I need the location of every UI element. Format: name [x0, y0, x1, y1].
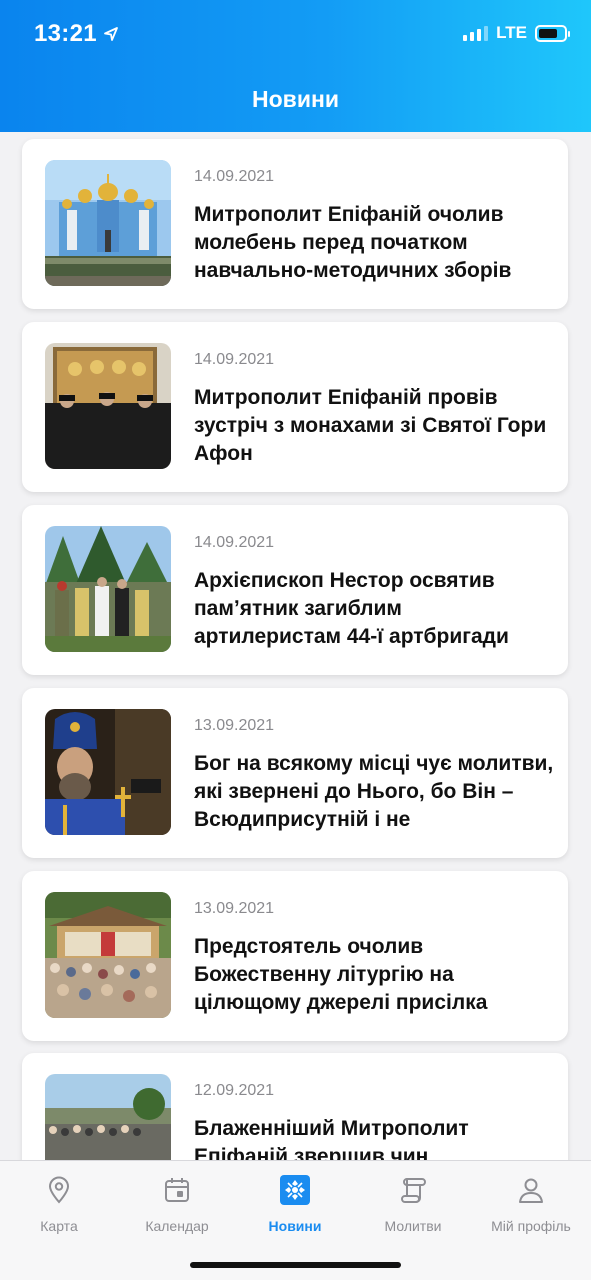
status-time: 13:21: [34, 20, 119, 48]
location-arrow-icon: [103, 27, 118, 41]
metropolitan-photo: [45, 709, 171, 835]
news-thumbnail: [45, 343, 171, 469]
news-title: Блаженніший Митрополит Епіфаній звершив …: [194, 1117, 469, 1160]
tab-calendar[interactable]: Календар: [118, 1173, 236, 1245]
map-pin-icon: [42, 1173, 76, 1207]
status-time-text: 13:21: [34, 20, 97, 47]
tab-profile[interactable]: Мій профіль: [472, 1173, 590, 1245]
news-card[interactable]: 13.09.2021 Бог на всякому місці чує моли…: [22, 688, 568, 858]
news-thumbnail: [45, 160, 171, 286]
news-date: 13.09.2021: [194, 717, 275, 734]
news-title: Предстоятель очолив Божественну літургію…: [194, 935, 488, 1014]
memorial-photo: [45, 526, 171, 652]
status-bar: 13:21 LTE: [0, 0, 591, 70]
tab-label: Новини: [268, 1218, 322, 1234]
news-list[interactable]: 14.09.2021 Митрополит Епіфаній очолив мо…: [0, 132, 591, 1160]
cathedral-photo: [45, 160, 171, 286]
tab-prayers[interactable]: Молитви: [354, 1173, 472, 1245]
news-thumbnail: [45, 709, 171, 835]
news-thumbnail: [45, 526, 171, 652]
news-thumbnail: [45, 1074, 171, 1160]
battery-icon: [535, 24, 570, 42]
news-thumbnail: [45, 892, 171, 1018]
news-card[interactable]: 12.09.2021 Блаженніший Митрополит Епіфан…: [22, 1053, 568, 1160]
calendar-icon: [160, 1173, 194, 1207]
tab-label: Календар: [145, 1218, 209, 1234]
news-date: 12.09.2021: [194, 1082, 275, 1099]
profile-icon: [514, 1173, 548, 1207]
tab-label: Молитви: [384, 1218, 442, 1234]
news-date: 13.09.2021: [194, 900, 275, 917]
monks-photo: [45, 343, 171, 469]
news-date: 14.09.2021: [194, 351, 275, 368]
network-label: LTE: [496, 23, 527, 42]
app-header: 13:21 LTE Новини: [0, 0, 591, 132]
news-date: 14.09.2021: [194, 534, 275, 551]
news-date: 14.09.2021: [194, 168, 275, 185]
home-indicator: [190, 1262, 401, 1268]
news-card[interactable]: 14.09.2021 Архієпископ Нестор освятив па…: [22, 505, 568, 675]
page-title: Новини: [252, 86, 339, 112]
crowd-photo: [45, 1074, 171, 1160]
tab-label: Карта: [40, 1218, 78, 1234]
news-title: Архієпископ Нестор освятив памʼятник заг…: [194, 569, 509, 648]
news-card[interactable]: 14.09.2021 Митрополит Епіфаній очолив мо…: [22, 139, 568, 309]
tab-map[interactable]: Карта: [0, 1173, 118, 1245]
signal-icon: [463, 25, 489, 41]
tab-news[interactable]: Новини: [236, 1173, 354, 1245]
news-card[interactable]: 14.09.2021 Митрополит Епіфаній провів зу…: [22, 322, 568, 492]
liturgy-photo: [45, 892, 171, 1018]
scroll-icon: [396, 1173, 430, 1207]
news-card[interactable]: 13.09.2021 Предстоятель очолив Божествен…: [22, 871, 568, 1041]
news-cross-icon: [278, 1173, 312, 1207]
news-title: Митрополит Епіфаній очолив молебень пере…: [194, 203, 512, 282]
tab-label: Мій профіль: [491, 1218, 571, 1234]
status-indicators: LTE: [463, 23, 570, 43]
news-title: Митрополит Епіфаній провів зустріч з мон…: [194, 386, 547, 465]
news-title: Бог на всякому місці чує молитви, які зв…: [194, 752, 554, 831]
